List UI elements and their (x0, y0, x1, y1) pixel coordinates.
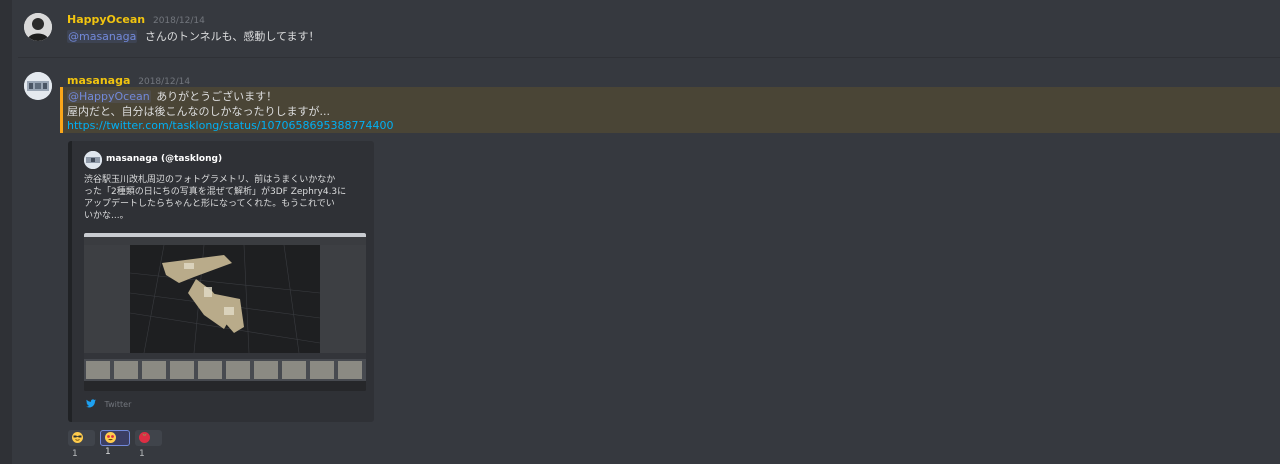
author-name[interactable]: HappyOcean (67, 13, 145, 26)
embed-description: 渋谷駅玉川改札周辺のフォトグラメトリ、前はうまくいかなか った「2種類の日にちの… (84, 174, 369, 222)
reaction-sunglasses[interactable]: 1 (68, 430, 95, 459)
tweet-embed: masanaga (@tasklong) 渋谷駅玉川改札周辺のフォトグラメトリ、… (68, 141, 374, 422)
embed-footer-text: Twitter (104, 400, 132, 409)
sunglasses-emoji-icon (72, 432, 83, 443)
embed-description-line: 渋谷駅玉川改札周辺のフォトグラメトリ、前はうまくいかなか (84, 175, 336, 185)
user-mention[interactable]: @HappyOcean (67, 90, 151, 103)
embed-author-name[interactable]: masanaga (@tasklong) (106, 154, 222, 164)
embed-description-line: アップデートしたらちゃんと形になってくれた。もうこれでい (84, 199, 335, 209)
avatar[interactable] (24, 13, 52, 41)
tomato-emoji-icon (139, 432, 150, 443)
message-text: さんのトンネルも、感動してます！ (144, 30, 320, 43)
message-line-2: 屋内だと、自分は後こんなのしかなったりしますが... (67, 105, 331, 118)
reaction-count: 1 (139, 449, 145, 459)
user-mention[interactable]: @masanaga (67, 30, 138, 43)
message-content: @masanaga さんのトンネルも、感動してます！ (67, 28, 319, 44)
author-name[interactable]: masanaga (67, 74, 130, 87)
embed-footer: Twitter (86, 399, 131, 410)
author-line: masanaga 2018/12/14 (67, 74, 190, 87)
reaction-count: 1 (105, 447, 111, 457)
embed-description-line: った「2種類の日にちの写真を混ぜて解析」が3DF Zephry4.3に (84, 187, 347, 197)
twitter-icon (86, 399, 96, 410)
left-strip (0, 0, 12, 464)
embed-image[interactable] (84, 233, 366, 391)
tweet-link[interactable]: https://twitter.com/tasklong/status/1070… (67, 119, 393, 132)
reaction-heart-eyes[interactable]: 1 (100, 430, 130, 457)
author-line: HappyOcean 2018/12/14 (67, 13, 205, 26)
message-text: ありがとうございます！ (156, 90, 278, 103)
message-line-1: @HappyOcean ありがとうございます！ (67, 88, 277, 104)
reaction-tomato[interactable]: 1 (135, 430, 162, 459)
embed-author-avatar[interactable] (84, 151, 102, 169)
heart-eyes-emoji-icon (105, 432, 116, 443)
avatar[interactable] (24, 72, 52, 100)
embed-description-line: いかな...。 (84, 211, 129, 221)
reaction-count: 1 (72, 449, 78, 459)
timestamp: 2018/12/14 (138, 77, 191, 87)
message-divider (18, 57, 1280, 58)
timestamp: 2018/12/14 (152, 16, 205, 26)
